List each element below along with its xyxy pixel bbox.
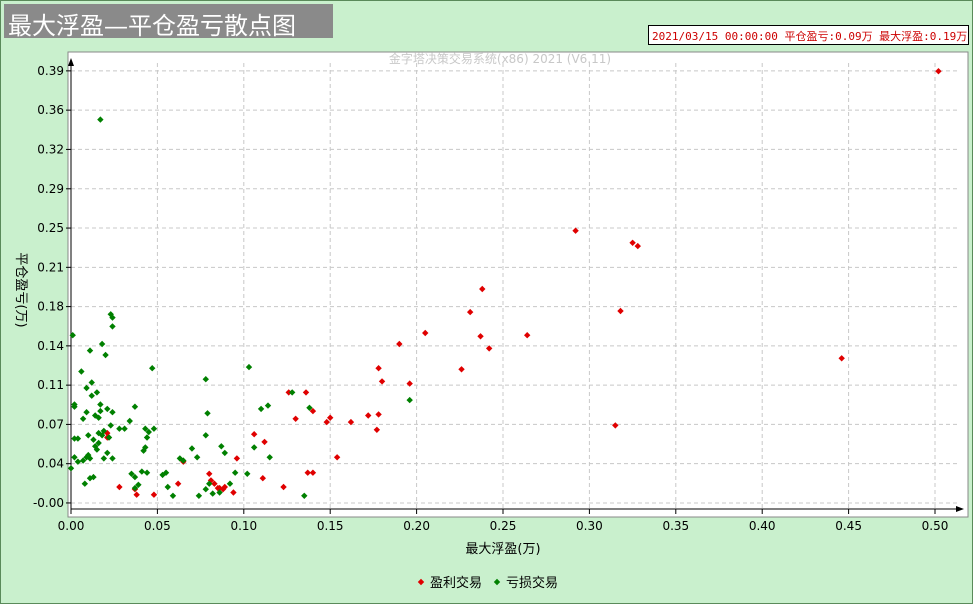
x-tick-label: 0.15 — [317, 519, 344, 533]
y-tick-label: 0.21 — [37, 260, 64, 274]
scatter-chart: 金字塔决策交易系统(x86) 2021 (V6.11) 0.00 0.05 0.10… — [13, 51, 969, 591]
y-tick-label: -0.00 — [33, 496, 64, 510]
y-tick-label: 0.04 — [37, 457, 64, 471]
y-tick-label: 0.07 — [37, 417, 64, 431]
legend-marker — [493, 578, 501, 586]
y-tick-label: 0.14 — [37, 339, 64, 353]
y-tick-label: 0.11 — [37, 378, 64, 392]
y-axis-label: 平仓盈亏(万) — [13, 252, 28, 327]
x-tick-label: 0.35 — [662, 519, 689, 533]
y-tick-label: 0.29 — [37, 182, 64, 196]
legend-label: 亏损交易 — [506, 575, 558, 591]
legend: 盈利交易 亏损交易 — [417, 575, 558, 591]
x-tick-label: 0.30 — [576, 519, 603, 533]
plot-area — [67, 51, 969, 518]
x-tick-label: 0.00 — [58, 519, 85, 533]
y-tick-label: 0.18 — [37, 300, 64, 314]
x-tick-label: 0.10 — [230, 519, 257, 533]
x-tick-label: 0.20 — [403, 519, 430, 533]
x-axis-label: 最大浮盈(万) — [465, 542, 540, 557]
x-tick-label: 0.40 — [749, 519, 776, 533]
y-tick-label: 0.32 — [37, 142, 64, 156]
y-tick-label: 0.39 — [37, 64, 64, 78]
legend-marker — [417, 578, 425, 586]
y-tick-label: 0.36 — [37, 103, 64, 117]
x-tick-label: 0.25 — [490, 519, 517, 533]
legend-label: 盈利交易 — [430, 575, 482, 591]
watermark: 金字塔决策交易系统(x86) 2021 (V6.11) — [389, 51, 611, 66]
x-tick-label: 0.50 — [922, 519, 949, 533]
x-tick-label: 0.45 — [835, 519, 862, 533]
x-tick-label: 0.05 — [144, 519, 171, 533]
y-tick-label: 0.25 — [37, 221, 64, 235]
